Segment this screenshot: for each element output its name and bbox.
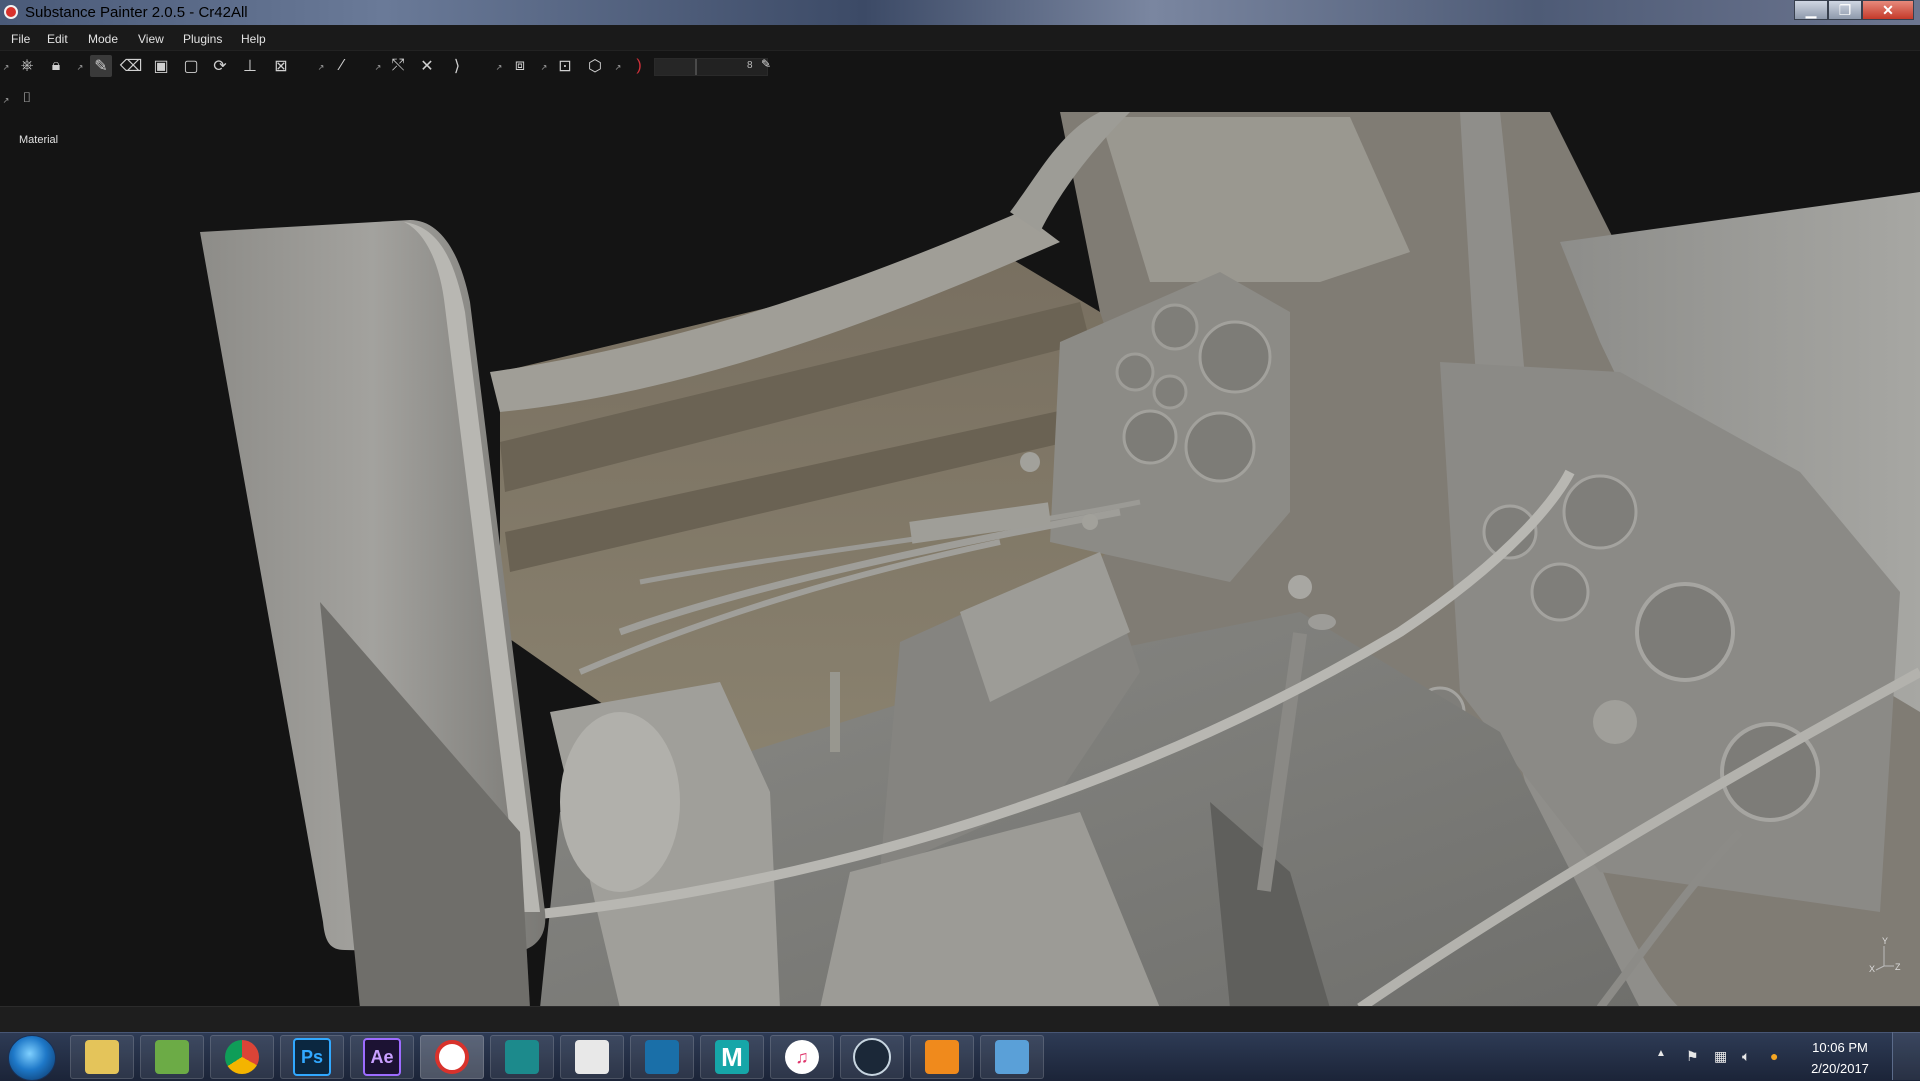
zbrush-icon <box>575 1040 609 1074</box>
start-button[interactable] <box>8 1035 56 1081</box>
bracket-icon[interactable]: ) <box>628 55 650 77</box>
app-tray-icon[interactable]: ● <box>1770 1048 1778 1064</box>
taskbar-photo-viewer[interactable] <box>980 1035 1044 1079</box>
show-hidden-icons-icon[interactable]: ▲ <box>1656 1048 1666 1059</box>
close-button[interactable]: ✕ <box>1862 0 1914 20</box>
taskbar-photoshop[interactable]: Ps <box>280 1035 344 1079</box>
detach-icon[interactable]: ↗ <box>76 56 84 78</box>
folder-icon <box>85 1040 119 1074</box>
tool-bar: ↗ ⎈ 🔒︎ ↗ ✎ ⌫ ▣ ▢ ⟳ ⊥ ⊠ ↗ ⁄ ↗ ⤲ ✕ ⟩ ↗ ⧈ ↗… <box>0 51 1920 81</box>
camera-toolbar: ↗ ⌷ <box>0 86 60 108</box>
taskbar-media-player[interactable] <box>910 1035 974 1079</box>
menu-edit[interactable]: Edit <box>47 32 68 46</box>
chrome-icon <box>225 1040 259 1074</box>
3d-viewport[interactable] <box>0 112 1920 1008</box>
detach-icon[interactable]: ↗ <box>317 56 325 78</box>
show-desktop-button[interactable] <box>1892 1032 1920 1080</box>
menu-mode[interactable]: Mode <box>88 32 118 46</box>
system-clock[interactable]: 10:06 PM 2/20/2017 <box>1800 1037 1880 1079</box>
substance-painter-icon <box>435 1040 469 1074</box>
taskbar-substance-painter[interactable] <box>420 1035 484 1079</box>
taskbar-3ds-max[interactable] <box>490 1035 554 1079</box>
menu-bar: File Edit Mode View Plugins Help <box>0 25 1920 51</box>
menu-file[interactable]: File <box>11 32 30 46</box>
substance-logo-icon[interactable]: ⎈ <box>16 55 38 77</box>
film-strip-icon <box>645 1040 679 1074</box>
viewport-mode-label: Material <box>19 134 59 146</box>
view-cube-icon[interactable]: ⧈ <box>509 55 531 77</box>
photoshop-icon: Ps <box>293 1038 331 1076</box>
notepad-icon <box>155 1040 189 1074</box>
menu-view[interactable]: View <box>138 32 164 46</box>
taskbar-chrome[interactable] <box>210 1035 274 1079</box>
detach-icon[interactable]: ↗ <box>2 56 10 78</box>
detach-icon[interactable]: ↗ <box>614 56 622 78</box>
maximize-button[interactable]: ❐ <box>1828 0 1862 20</box>
3d-box-icon[interactable]: ⬡ <box>584 55 606 77</box>
after-effects-icon: Ae <box>363 1038 401 1076</box>
menu-help[interactable]: Help <box>241 32 266 46</box>
maya-icon: M <box>715 1040 749 1074</box>
title-bar: Substance Painter 2.0.5 - Cr42All ▁ ❐ ✕ <box>0 0 1920 25</box>
brush-size-value: 8 <box>747 60 753 71</box>
clock-date: 2/20/2017 <box>1811 1061 1869 1076</box>
taskbar-itunes[interactable]: ♫ <box>770 1035 834 1079</box>
polygon-fill-icon[interactable]: ▢ <box>180 55 202 77</box>
taskbar-file-explorer[interactable] <box>70 1035 134 1079</box>
smudge-icon[interactable]: ⟳ <box>209 55 231 77</box>
symmetry-icon[interactable]: ⤲ <box>387 55 409 77</box>
taskbar-after-effects[interactable]: Ae <box>350 1035 414 1079</box>
cockpit-3d-model <box>200 112 1920 1008</box>
taskbar-notepad-app[interactable] <box>140 1035 204 1079</box>
itunes-icon: ♫ <box>785 1040 819 1074</box>
taskbar-zbrush[interactable] <box>560 1035 624 1079</box>
clone-stamp-icon[interactable]: ⊥ <box>239 55 261 77</box>
clock-time: 10:06 PM <box>1812 1040 1868 1055</box>
steam-icon <box>853 1038 891 1076</box>
window-title: Substance Painter 2.0.5 - Cr42All <box>25 4 248 21</box>
axis-z-label: Z <box>1895 962 1901 972</box>
taskbar-maya[interactable]: M <box>700 1035 764 1079</box>
detach-icon[interactable]: ↗ <box>495 56 503 78</box>
taskbar-video-player[interactable] <box>630 1035 694 1079</box>
action-center-flag-icon[interactable]: ⚑ <box>1686 1048 1699 1065</box>
lock-icon[interactable]: 🔒︎ <box>45 55 67 77</box>
taskbar-steam[interactable] <box>840 1035 904 1079</box>
paint-brush-icon[interactable]: ✎ <box>90 55 112 77</box>
status-bar <box>0 1006 1920 1033</box>
substance-painter-logo-icon <box>4 5 18 19</box>
axis-y-label: Y <box>1882 936 1888 946</box>
detach-icon[interactable]: ↗ <box>540 56 548 78</box>
detach-icon[interactable]: ↗ <box>374 56 382 78</box>
projection-icon[interactable]: ▣ <box>150 55 172 77</box>
network-icon[interactable]: ▦ <box>1714 1048 1727 1065</box>
symmetry-mirror-icon[interactable]: ⟩ <box>446 55 468 77</box>
3ds-max-icon <box>505 1040 539 1074</box>
play-icon <box>925 1040 959 1074</box>
menu-plugins[interactable]: Plugins <box>183 32 222 46</box>
eraser-icon[interactable]: ⌫ <box>120 55 143 77</box>
windows-taskbar: Ps Ae M ♫ <box>0 1032 1920 1081</box>
window-controls: ▁ ❐ ✕ <box>1794 0 1914 21</box>
camera-icon[interactable]: ⌷ <box>16 86 38 108</box>
axis-x-label: X <box>1869 964 1875 974</box>
volume-icon[interactable]: 🔈︎ <box>1742 1048 1750 1065</box>
symmetry-x-icon[interactable]: ✕ <box>416 55 438 77</box>
edit-pencil-icon[interactable]: ✎ <box>758 56 774 72</box>
camera-view-icon[interactable]: ⊡ <box>554 55 576 77</box>
material-picker-icon[interactable]: ⊠ <box>270 55 292 77</box>
detach-icon[interactable]: ↗ <box>2 89 10 111</box>
photo-viewer-icon <box>995 1040 1029 1074</box>
color-picker-icon[interactable]: ⁄ <box>331 55 353 77</box>
axis-gizmo: Y X Z <box>1869 936 1901 974</box>
minimize-button[interactable]: ▁ <box>1794 0 1828 20</box>
